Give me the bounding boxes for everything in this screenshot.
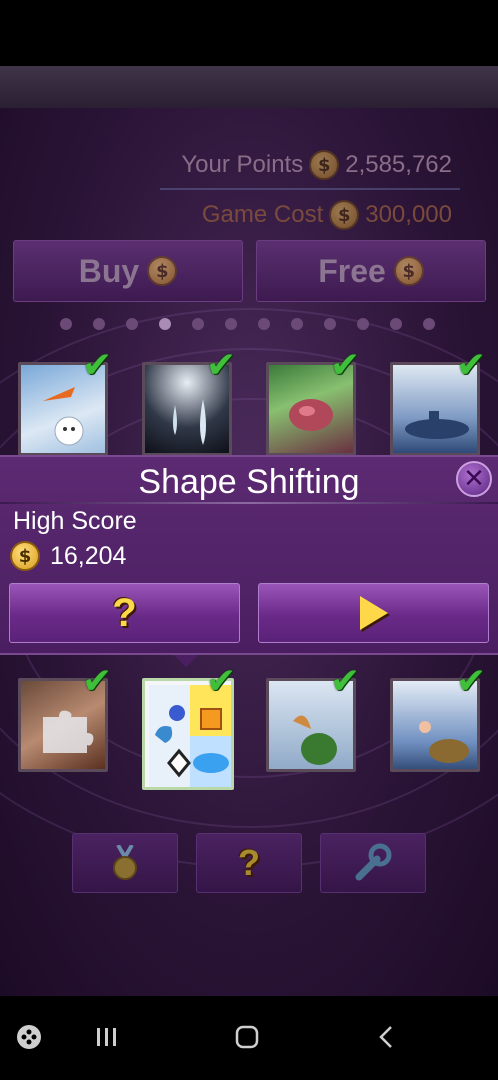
question-icon: ? <box>238 842 260 883</box>
coin-icon: $ <box>147 256 178 286</box>
help-toolbar-button[interactable]: ? <box>196 833 302 893</box>
buy-button[interactable]: Buy $ <box>13 240 243 302</box>
coin-icon: $ <box>309 150 340 180</box>
page-indicator <box>60 318 435 330</box>
medal-icon <box>113 845 137 880</box>
coin-icon: $ <box>329 200 360 230</box>
settings-button[interactable] <box>320 833 426 893</box>
free-button[interactable]: Free $ <box>256 240 486 302</box>
page-dot[interactable] <box>324 318 336 330</box>
check-icon: ✔ <box>456 661 487 702</box>
coin-icon: $ <box>10 541 40 571</box>
title-divider <box>0 502 498 504</box>
question-icon: ? <box>112 590 137 635</box>
check-icon: ✔ <box>82 661 113 702</box>
free-label: Free <box>318 252 386 289</box>
high-score-row: $ 16,204 <box>10 541 126 571</box>
check-icon: ✔ <box>82 345 113 386</box>
gamepad-icon[interactable] <box>16 1024 42 1050</box>
high-score-value: 16,204 <box>50 541 127 570</box>
page-dot[interactable] <box>423 318 435 330</box>
page-dot[interactable] <box>159 318 171 330</box>
check-icon: ✔ <box>456 345 487 386</box>
page-dot[interactable] <box>192 318 204 330</box>
game-cost-value: 300,000 <box>365 201 452 228</box>
game-cost-row: Game Cost $ 300,000 <box>202 200 452 230</box>
high-score-label: High Score <box>13 507 137 535</box>
system-nav-bar <box>0 996 498 1080</box>
page-dot[interactable] <box>291 318 303 330</box>
play-icon <box>359 596 388 630</box>
check-icon: ✔ <box>330 345 361 386</box>
page-dot[interactable] <box>357 318 369 330</box>
recents-icon[interactable] <box>96 1027 118 1047</box>
achievements-button[interactable] <box>72 833 178 893</box>
page-dot[interactable] <box>390 318 402 330</box>
check-icon: ✔ <box>206 661 237 702</box>
panel-pointer <box>174 655 198 667</box>
page-dot[interactable] <box>60 318 72 330</box>
status-bar-area <box>0 0 498 66</box>
coin-icon: $ <box>393 256 424 286</box>
your-points-row: Your Points $ 2,585,762 <box>181 150 452 180</box>
page-dot[interactable] <box>126 318 138 330</box>
game-detail-panel: Shape Shifting ✕ High Score $ 16,204 ? <box>0 455 498 655</box>
wrench-icon <box>355 843 392 881</box>
your-points-value: 2,585,762 <box>345 151 452 178</box>
check-icon: ✔ <box>206 345 237 386</box>
help-button[interactable]: ? <box>9 583 240 643</box>
play-button[interactable] <box>258 583 489 643</box>
title-bar <box>0 66 498 108</box>
your-points-label: Your Points <box>181 151 304 178</box>
home-icon[interactable] <box>235 1025 259 1049</box>
back-icon[interactable] <box>378 1025 394 1049</box>
page-dot[interactable] <box>225 318 237 330</box>
game-cost-label: Game Cost <box>201 201 324 228</box>
buy-label: Buy <box>78 252 140 289</box>
game-title: Shape Shifting <box>138 463 360 501</box>
check-icon: ✔ <box>330 661 361 702</box>
close-icon[interactable]: ✕ <box>456 461 492 497</box>
page-dot[interactable] <box>258 318 270 330</box>
points-divider <box>160 188 460 190</box>
page-dot[interactable] <box>93 318 105 330</box>
